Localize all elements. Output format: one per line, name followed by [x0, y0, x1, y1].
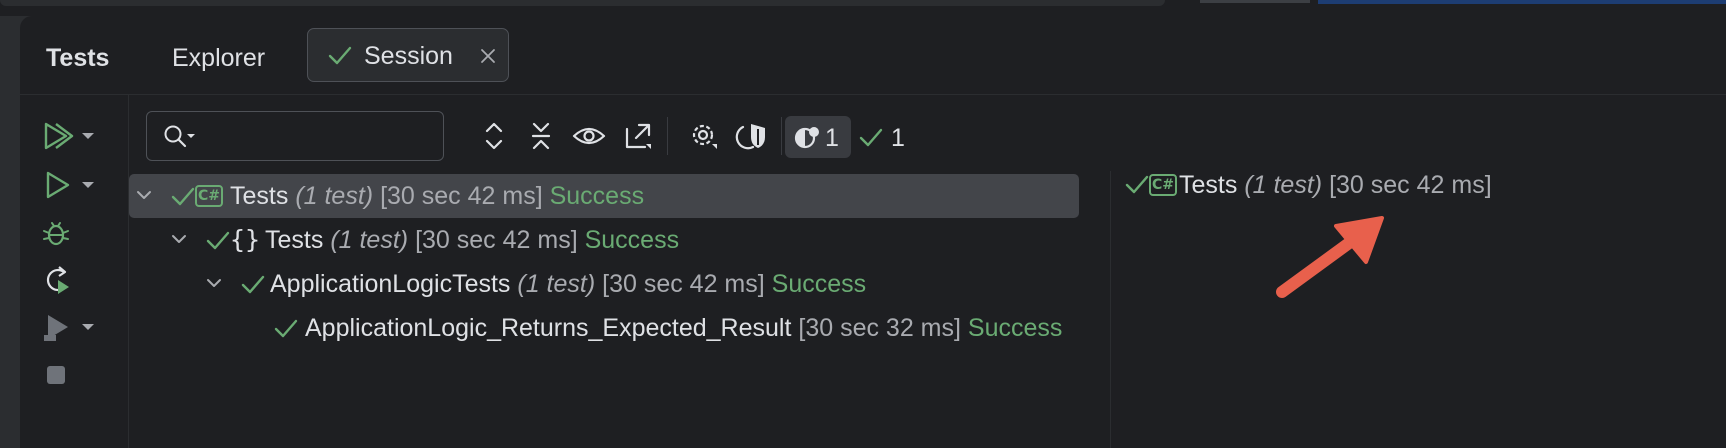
test-duration: [30 sec 42 ms] — [602, 270, 765, 298]
tab-session-label: Session — [364, 42, 453, 70]
toolbar-separator — [667, 117, 668, 155]
run-with-coverage-icon — [44, 315, 94, 341]
test-status: Success — [771, 270, 867, 298]
check-icon — [1125, 175, 1149, 194]
tree-row-class[interactable]: ApplicationLogicTests (1 test) [30 sec 4… — [129, 262, 1079, 306]
editor-tab-edge — [1200, 0, 1310, 3]
namespace-icon: {} — [230, 225, 261, 254]
window-top-strip — [0, 0, 1726, 16]
annotation-arrow — [1276, 216, 1384, 298]
test-status: Success — [549, 182, 645, 210]
check-icon — [328, 46, 352, 65]
expand-all-icon[interactable] — [475, 117, 513, 155]
test-tree: C# Tests (1 test) [30 sec 42 ms] Success… — [129, 171, 1089, 448]
test-actions-sidebar — [20, 95, 129, 448]
tree-row-project[interactable]: C# Tests (1 test) [30 sec 42 ms] Success — [129, 174, 1079, 218]
test-name: Tests — [230, 182, 289, 210]
bug-icon — [43, 222, 69, 246]
passed-filter-icon — [794, 127, 819, 149]
tree-row-namespace[interactable]: {} Tests (1 test) [30 sec 42 ms] Success — [129, 218, 1079, 262]
run-all-button[interactable] — [42, 118, 112, 154]
shield-refresh-icon[interactable] — [733, 117, 771, 155]
tests-toolbar: 1 1 — [129, 95, 1726, 170]
export-icon[interactable] — [619, 117, 657, 155]
collapse-all-icon[interactable] — [522, 117, 560, 155]
tool-window-title: Tests — [46, 44, 110, 72]
stop-button[interactable] — [42, 358, 112, 394]
stop-icon — [47, 366, 65, 384]
check-icon — [274, 319, 298, 338]
test-name: ApplicationLogicTests — [270, 270, 511, 298]
debug-button[interactable] — [42, 215, 112, 251]
toolbar-separator — [781, 117, 782, 155]
rerun-button[interactable] — [42, 262, 112, 298]
tab-explorer[interactable]: Explorer — [172, 44, 265, 73]
close-icon[interactable] — [478, 46, 498, 66]
chevron-down-icon[interactable] — [170, 232, 188, 248]
check-icon — [859, 128, 883, 147]
test-name: ApplicationLogic_Returns_Expected_Result — [305, 314, 792, 342]
test-duration: [30 sec 42 ms] — [380, 182, 543, 210]
coverage-button[interactable] — [42, 309, 112, 345]
gear-icon[interactable] — [685, 117, 723, 155]
csharp-project-icon: C# — [1149, 174, 1177, 196]
check-icon — [206, 231, 230, 250]
test-status: Success — [584, 226, 680, 254]
output-test-duration: [30 sec 42 ms] — [1329, 171, 1492, 199]
test-name: Tests — [265, 226, 324, 254]
show-passed-toggle[interactable]: 1 — [785, 116, 851, 158]
tool-window-tabbar: Tests Explorer Session — [20, 16, 1726, 95]
tab-session[interactable]: Session — [307, 28, 509, 82]
run-button[interactable] — [42, 167, 112, 203]
tree-row-test[interactable]: ApplicationLogic_Returns_Expected_Result… — [129, 306, 1079, 350]
check-icon — [171, 187, 195, 206]
chevron-down-icon[interactable] — [135, 188, 153, 204]
search-field[interactable] — [146, 111, 444, 161]
tests-tool-window: Tests Explorer Session 1 1 C# Tests (1 t… — [20, 16, 1726, 448]
output-test-count: (1 test) — [1244, 171, 1323, 199]
test-duration: [30 sec 32 ms] — [798, 314, 961, 342]
test-status: Success — [967, 314, 1063, 342]
test-count: (1 test) — [517, 270, 596, 298]
rerun-icon — [46, 266, 69, 294]
test-duration: [30 sec 42 ms] — [415, 226, 578, 254]
passed-count: 1 — [891, 124, 905, 152]
run-all-icon — [44, 122, 94, 150]
search-icon — [164, 125, 195, 148]
eye-icon[interactable] — [570, 117, 608, 155]
selection-highlight-edge — [1318, 0, 1726, 4]
csharp-project-icon: C# — [195, 185, 223, 207]
search-input[interactable] — [205, 120, 429, 154]
editor-area-edge — [0, 0, 1165, 6]
output-test-name: Tests — [1179, 171, 1238, 199]
show-passed-count: 1 — [825, 124, 839, 152]
test-count: (1 test) — [295, 182, 374, 210]
run-icon — [46, 171, 94, 199]
check-icon — [241, 275, 265, 294]
chevron-down-icon[interactable] — [205, 276, 223, 292]
test-count: (1 test) — [330, 226, 409, 254]
test-output-panel: C# Tests (1 test) [30 sec 42 ms] — [1111, 171, 1726, 448]
